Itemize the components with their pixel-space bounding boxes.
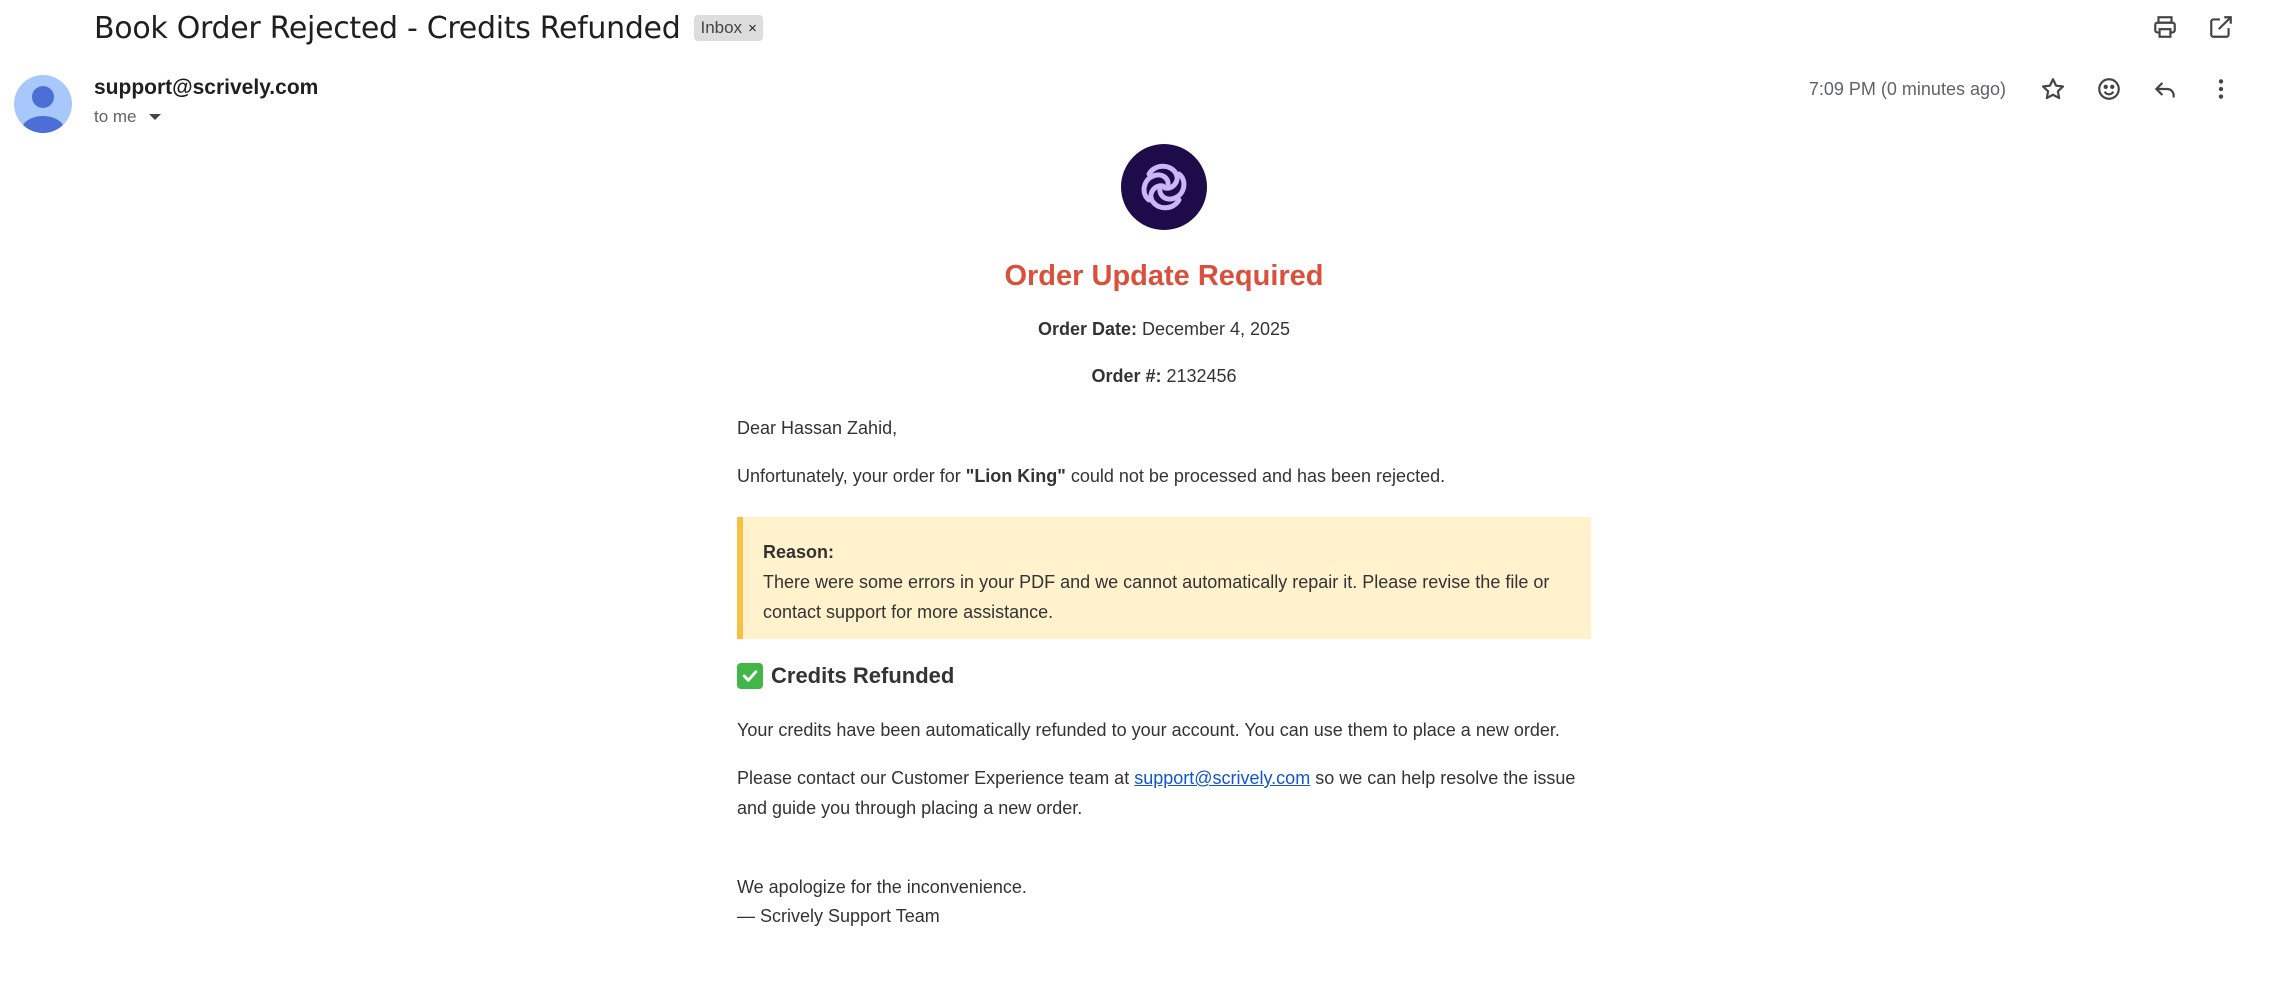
email-title: Order Update Required (1004, 260, 1324, 292)
inbox-label-text: Inbox (700, 18, 743, 37)
timestamp: 7:09 PM (0 minutes ago) (1808, 78, 2006, 99)
email-subject: Book Order Rejected - Credits Refunded (94, 10, 681, 46)
recipient-label: to me (94, 107, 137, 126)
rejection-text-pre: Unfortunately, your order for (737, 466, 966, 486)
emoji-icon[interactable] (2094, 74, 2124, 104)
contact-text-pre: Please contact our Customer Experience t… (737, 768, 1135, 788)
sender-avatar[interactable] (14, 75, 72, 133)
order-number-label: Order #: (1091, 366, 1162, 386)
signature-block: We apologize for the inconvenience. — Sc… (737, 873, 1591, 931)
recipient-details[interactable]: to me (94, 107, 161, 127)
reason-text: There were some errors in your PDF and w… (763, 572, 1550, 622)
order-date-value: December 4, 2025 (1136, 319, 1291, 339)
reply-icon[interactable] (2150, 74, 2180, 104)
more-vert-icon[interactable] (2206, 74, 2236, 104)
reason-label: Reason: (763, 542, 835, 562)
star-icon[interactable] (2038, 74, 2068, 104)
rejection-text-post: could not be processed and has been reje… (1065, 466, 1446, 486)
order-number-line: Order #: 2132456 (737, 366, 1591, 387)
check-mark-icon (737, 663, 763, 689)
contact-paragraph: Please contact our Customer Experience t… (737, 763, 1591, 823)
credits-heading-text: Credits Refunded (771, 663, 955, 688)
open-in-new-window-icon[interactable] (2206, 12, 2236, 42)
inbox-label-chip[interactable]: Inbox × (694, 15, 763, 41)
subject-row: Book Order Rejected - Credits Refunded I… (94, 8, 763, 48)
order-number-value: 2132456 (1161, 366, 1237, 386)
credits-paragraph: Your credits have been automatically ref… (737, 720, 1560, 740)
email-body: Order Update Required Order Date: Decemb… (737, 140, 1591, 931)
chevron-down-icon[interactable] (148, 114, 161, 120)
support-email-link[interactable]: support@scrively.com (1134, 768, 1310, 788)
book-title: "Lion King" (965, 466, 1066, 486)
sender-address[interactable]: support@scrively.com (94, 76, 318, 100)
order-date-line: Order Date: December 4, 2025 (737, 319, 1591, 340)
signature-line: — Scrively Support Team (737, 906, 940, 926)
rejection-paragraph: Unfortunately, your order for "Lion King… (737, 461, 1591, 491)
greeting: Dear Hassan Zahid, (737, 418, 898, 438)
apology-line: We apologize for the inconvenience. (737, 877, 1027, 897)
scrively-logo (1121, 144, 1207, 230)
message-actions: 7:09 PM (0 minutes ago) (1809, 74, 2236, 104)
reason-callout: Reason: There were some errors in your P… (737, 517, 1591, 639)
order-date-label: Order Date: (1037, 319, 1137, 339)
remove-label-icon[interactable]: × (748, 20, 757, 37)
top-actions (2150, 12, 2236, 42)
credits-heading: Credits Refunded (737, 663, 1591, 689)
print-icon[interactable] (2150, 12, 2180, 42)
